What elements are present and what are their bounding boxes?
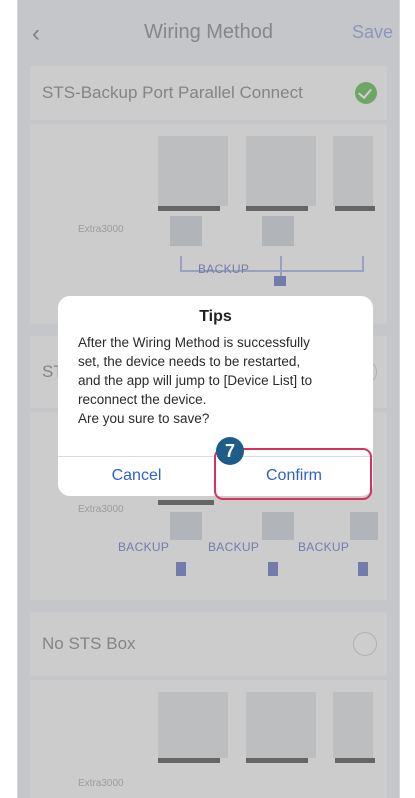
dialog-message: After the Wiring Method is successfully …: [78, 333, 368, 428]
dialog-message-line: Are you sure to save?: [78, 411, 210, 426]
app-screen: ‹ Wiring Method Save STS-Backup Port Par…: [17, 0, 400, 798]
cancel-button[interactable]: Cancel: [58, 456, 215, 496]
dialog-message-line: set, the device needs to be restarted,: [78, 354, 301, 369]
dialog-title: Tips: [199, 308, 232, 325]
dialog-message-line: and the app will jump to [Device List] t…: [78, 373, 313, 388]
dialog-message-line: reconnect the device.: [78, 392, 207, 407]
dialog-message-line: After the Wiring Method is successfully: [78, 335, 310, 350]
step-badge: 7: [216, 437, 244, 465]
